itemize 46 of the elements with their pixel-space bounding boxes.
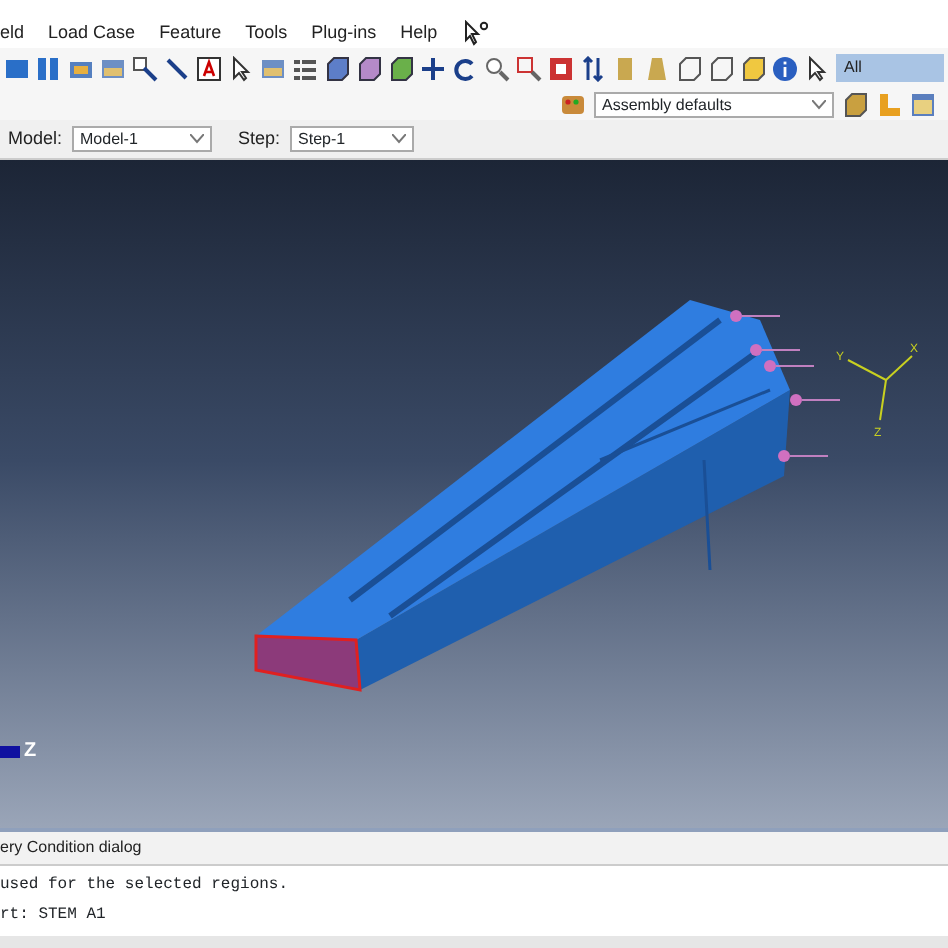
wireframe-icon[interactable] [708,55,734,81]
menu-item[interactable]: Load Case [48,20,136,44]
model-dropdown[interactable]: Model-1 [72,126,213,152]
selection-filter-field[interactable]: All [836,54,944,82]
menu-item[interactable]: Help [400,20,438,44]
fit-view-icon[interactable] [548,55,574,81]
blade-part-drawing[interactable] [254,300,790,692]
cube-icon[interactable] [388,55,414,81]
cube-icon[interactable] [324,55,350,81]
info-icon[interactable] [772,55,798,81]
axis-triad-drawing [847,355,913,421]
help-pointer-icon[interactable] [461,19,488,45]
line-icon[interactable] [164,55,190,81]
prompt-text: ery Condition dialog [0,828,948,864]
step-dropdown[interactable]: Step-1 [290,126,415,152]
zoom-box-icon[interactable] [516,55,542,81]
window-icon[interactable] [910,91,936,117]
dropdown-caret-icon [812,99,826,109]
rotate-icon[interactable] [452,55,478,81]
message-line: used for the selected regions. [0,874,291,898]
dropdown-caret-icon [190,134,205,144]
render-style-dropdown[interactable]: Assembly defaults [594,91,834,117]
step-label: Step: [238,125,281,152]
menu-item[interactable]: eld [0,20,25,44]
pointer-icon[interactable] [804,55,830,81]
axis-label: Z [24,740,37,762]
menu-item[interactable]: Tools [245,20,288,44]
swap-icon[interactable] [580,55,606,81]
wireframe-icon[interactable] [676,55,702,81]
palette-icon[interactable] [560,91,586,117]
query-icon[interactable] [132,55,158,81]
pointer-icon[interactable] [228,55,254,81]
columns-icon[interactable] [36,55,62,81]
model-label: Model: [8,125,63,152]
cube-icon[interactable] [356,55,382,81]
text-icon[interactable] [196,55,222,81]
menu-item[interactable]: Plug-ins [311,20,377,44]
list-icon[interactable] [292,55,318,81]
message-line: rt: STEM A1 [0,904,108,928]
zoom-icon[interactable] [484,55,510,81]
menu-item[interactable]: Feature [159,20,222,44]
pan-icon[interactable] [420,55,446,81]
cube-icon[interactable] [740,55,766,81]
dropdown-caret-icon [392,134,407,144]
layout-icon[interactable] [4,55,30,81]
axis-bar [0,746,20,758]
